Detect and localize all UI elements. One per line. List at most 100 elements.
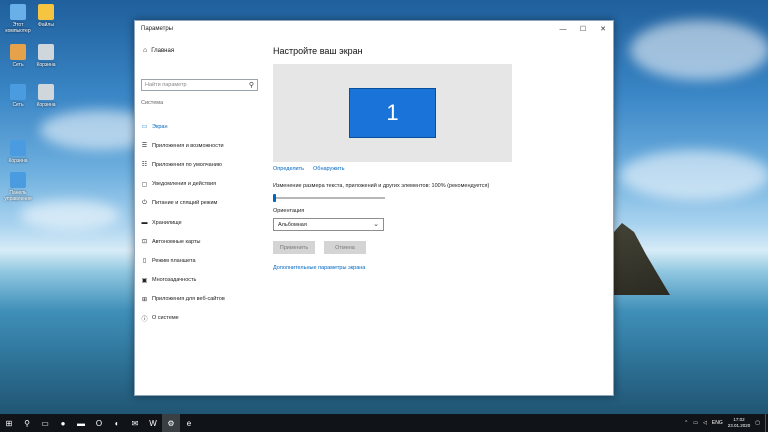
search-placeholder: Найти параметр xyxy=(145,82,187,88)
desktop-icon-label: Корзина xyxy=(36,62,56,68)
advanced-display-link[interactable]: Дополнительные параметры экрана xyxy=(273,265,365,271)
sidebar-item[interactable]: ☷ Приложения по умолчанию xyxy=(135,155,263,174)
page-title: Настройте ваш экран xyxy=(273,46,363,56)
offline-maps-icon: ⊡ xyxy=(141,239,148,246)
desktop-icon[interactable]: Корзина xyxy=(30,44,62,68)
notifications-icon[interactable]: ▢ xyxy=(755,420,760,426)
network-icon xyxy=(10,84,26,100)
sidebar-item[interactable]: ☰ Приложения и возможности xyxy=(135,136,263,155)
slider-thumb[interactable] xyxy=(273,194,276,202)
network-tray-icon[interactable]: ▭ xyxy=(693,420,698,426)
monitor-tile[interactable]: 1 xyxy=(349,88,436,138)
sidebar-item-label: Питание и спящий режим xyxy=(152,200,218,207)
scale-label: Изменение размера текста, приложений и д… xyxy=(273,183,490,189)
opera-icon[interactable]: O xyxy=(90,414,108,432)
desktop-icon-label: Панель управления xyxy=(4,190,32,202)
home-icon: ⌂ xyxy=(143,47,148,54)
chevron-up-icon[interactable]: ⌃ xyxy=(684,420,688,426)
search-icon[interactable]: ⚲ xyxy=(18,414,36,432)
edge-icon[interactable]: e xyxy=(180,414,198,432)
sidebar-item[interactable]: ⊡ Автономные карты xyxy=(135,232,263,251)
sidebar-item-label: Уведомления и действия xyxy=(152,181,217,188)
identify-link[interactable]: Определить xyxy=(273,166,304,172)
word-icon[interactable]: W xyxy=(144,414,162,432)
orientation-select[interactable]: Альбомная ⌄ xyxy=(273,218,384,231)
detect-link[interactable]: Обнаружить xyxy=(313,166,344,172)
sidebar: ⌂ Главная Найти параметр ⚲ Система ▭ Экра… xyxy=(135,37,263,395)
cancel-button[interactable]: Отмена xyxy=(324,241,366,254)
desktop-icon[interactable]: Корзина xyxy=(30,84,62,108)
desktop-icon[interactable]: Корзина xyxy=(2,140,34,164)
mail-icon[interactable]: ✉ xyxy=(126,414,144,432)
sidebar-item-label: Многозадачность xyxy=(152,277,197,284)
slider-track xyxy=(273,197,385,199)
nav-list: ▭ Экран ☰ Приложения и возможности ☷ Приложен… xyxy=(135,117,263,328)
cortana-icon[interactable]: ◐ xyxy=(108,414,126,432)
sidebar-item-label: Приложения и возможности xyxy=(152,142,224,149)
folder-icon xyxy=(38,4,54,20)
monitor-icon xyxy=(10,140,26,156)
control-panel-icon xyxy=(10,172,26,188)
settings-icon[interactable]: ⚙ xyxy=(162,414,180,432)
apply-button[interactable]: Применить xyxy=(273,241,315,254)
main-content: Настройте ваш экран 1 Определить Обнаруж… xyxy=(273,37,613,395)
apps-icon: ☰ xyxy=(141,143,148,150)
sidebar-item-label: Приложения для веб-сайтов xyxy=(152,296,225,303)
taskbar: ⊞ ⚲ ▭ ● ▬ O ◐ ✉ W ⚙ e ⌃ ▭ ◁ ENG 17:02 23.01.2020 ▢ xyxy=(0,414,768,432)
sidebar-item-label: Приложения по умолчанию xyxy=(152,161,222,168)
close-button[interactable]: ✕ xyxy=(593,21,613,37)
section-title: Система xyxy=(141,100,164,106)
desktop-icon-label: Файлы xyxy=(38,22,54,28)
home-link[interactable]: ⌂ Главная xyxy=(143,47,174,54)
info-icon: ⓘ xyxy=(141,316,148,323)
clock-date: 23.01.2020 xyxy=(727,423,751,428)
display-links: Определить Обнаружить xyxy=(273,166,345,172)
sidebar-item[interactable]: ▢ Уведомления и действия xyxy=(135,175,263,194)
sidebar-item[interactable]: ⊞ Приложения для веб-сайтов xyxy=(135,290,263,309)
title-bar[interactable]: Параметры — ☐ ✕ xyxy=(135,21,613,37)
volume-icon[interactable]: ◁ xyxy=(703,420,707,426)
system-tray: ⌃ ▭ ◁ ENG 17:02 23.01.2020 ▢ xyxy=(684,414,760,432)
sidebar-item[interactable]: ▣ Многозадачность xyxy=(135,271,263,290)
sidebar-item-label: Режим планшета xyxy=(152,257,196,264)
sidebar-item[interactable]: ⏻ Питание и спящий режим xyxy=(135,194,263,213)
windows-start-icon[interactable]: ⊞ xyxy=(0,414,18,432)
firefox-icon[interactable]: ● xyxy=(54,414,72,432)
language-indicator[interactable]: ENG xyxy=(712,420,723,426)
default-apps-icon: ☷ xyxy=(141,162,148,169)
window-title: Параметры xyxy=(141,26,173,32)
settings-window: Параметры — ☐ ✕ ⌂ Главная Найти параметр… xyxy=(134,20,614,396)
sidebar-item-label: Хранилище xyxy=(152,219,182,226)
search-icon: ⚲ xyxy=(248,82,254,89)
sidebar-item[interactable]: ▯ Режим планшета xyxy=(135,251,263,270)
recycle-bin-icon xyxy=(38,44,54,60)
search-input[interactable]: Найти параметр ⚲ xyxy=(141,79,258,91)
power-icon: ⏻ xyxy=(142,199,147,206)
desktop-icon-label: Корзина xyxy=(36,102,56,108)
sidebar-item[interactable]: ▬ Хранилище xyxy=(135,213,263,232)
desktop-icon[interactable]: Файлы xyxy=(30,4,62,28)
computer-icon xyxy=(10,4,26,20)
sidebar-item[interactable]: ▭ Экран xyxy=(135,117,263,136)
orientation-label: Ориентация xyxy=(273,208,305,214)
storage-icon: ▬ xyxy=(141,219,148,226)
folder-icon[interactable]: ▬ xyxy=(72,414,90,432)
task-view-icon[interactable]: ▭ xyxy=(36,414,54,432)
display-preview: 1 xyxy=(273,64,512,162)
chevron-down-icon: ⌄ xyxy=(373,221,379,228)
minimize-button[interactable]: — xyxy=(553,21,573,37)
orientation-value: Альбомная xyxy=(278,222,307,228)
sidebar-item-label: Автономные карты xyxy=(152,238,201,245)
clock[interactable]: 17:02 23.01.2020 xyxy=(728,417,751,429)
home-label: Главная xyxy=(151,47,175,54)
maximize-button[interactable]: ☐ xyxy=(573,21,593,37)
sidebar-item-label: Экран xyxy=(152,123,168,130)
scale-slider[interactable] xyxy=(273,194,385,202)
sidebar-item[interactable]: ⓘ О системе xyxy=(135,309,263,328)
recycle-bin-icon xyxy=(38,84,54,100)
taskbar-items: ⊞ ⚲ ▭ ● ▬ O ◐ ✉ W ⚙ e xyxy=(0,414,198,432)
web-apps-icon: ⊞ xyxy=(141,296,148,303)
tablet-mode-icon: ▯ xyxy=(142,258,147,265)
desktop-icon-label: Корзина xyxy=(8,158,28,164)
desktop-icon[interactable]: Панель управления xyxy=(2,172,34,202)
